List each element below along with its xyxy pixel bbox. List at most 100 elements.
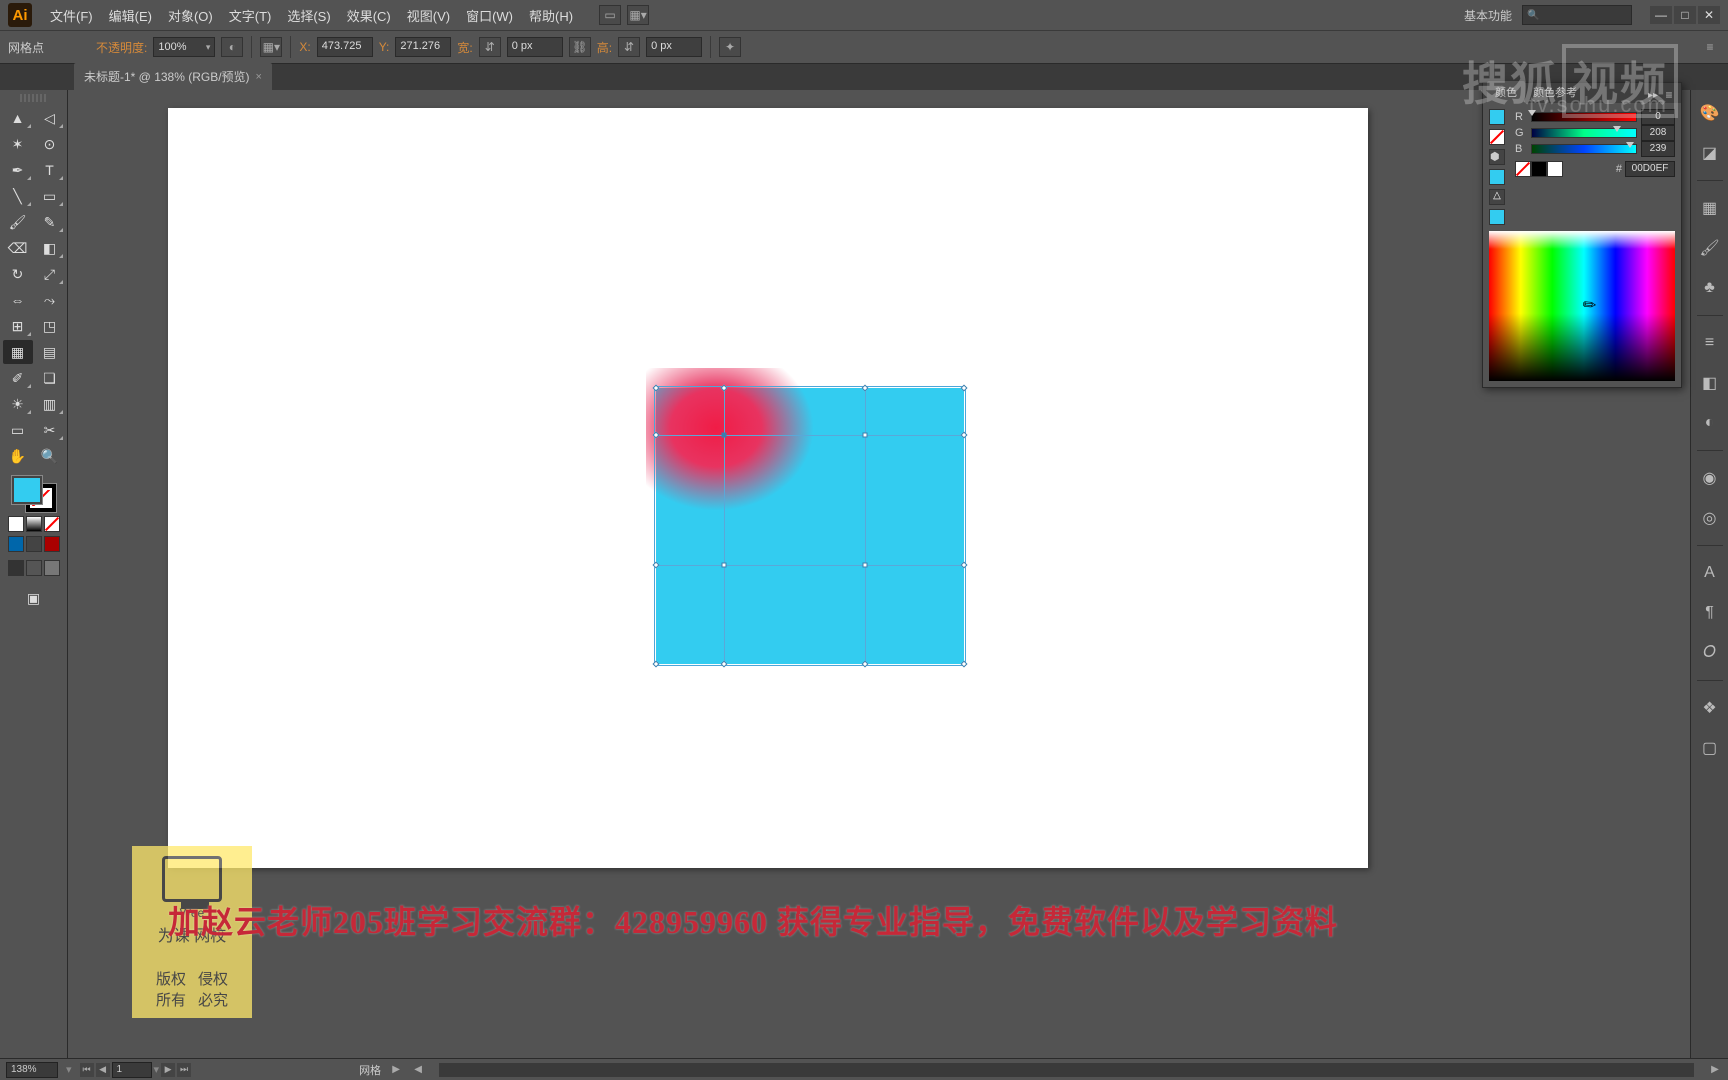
symbols-panel-icon[interactable]: ♣ <box>1697 275 1723 301</box>
g-slider[interactable] <box>1531 128 1637 138</box>
mesh-tool[interactable] <box>3 340 33 364</box>
b-input[interactable]: 239 <box>1641 141 1675 157</box>
color-panel-icon[interactable]: 🎨 <box>1697 100 1723 126</box>
scale-tool[interactable] <box>35 262 65 286</box>
none-swatch[interactable] <box>1515 161 1531 177</box>
tool-panel-grip[interactable] <box>20 94 47 102</box>
perspective-grid-tool[interactable] <box>35 314 65 338</box>
free-transform-tool[interactable] <box>35 288 65 312</box>
type-tool[interactable] <box>35 158 65 182</box>
shape-builder-tool[interactable] <box>3 314 33 338</box>
blob-brush-tool[interactable] <box>3 236 33 260</box>
brushes-panel-icon[interactable]: 🖌 <box>1697 235 1723 261</box>
doc-layout-icon[interactable]: ▭ <box>599 5 621 25</box>
menu-file[interactable]: 文件(F) <box>42 2 101 29</box>
screen-mode-full-icon[interactable] <box>26 560 42 576</box>
menu-view[interactable]: 视图(V) <box>399 2 458 29</box>
hand-tool[interactable] <box>3 444 33 468</box>
rectangle-tool[interactable] <box>35 184 65 208</box>
menu-help[interactable]: 帮助(H) <box>521 2 581 29</box>
graphic-styles-panel-icon[interactable]: ◎ <box>1697 505 1723 531</box>
stroke-panel-icon[interactable]: ≡ <box>1697 330 1723 356</box>
color-spectrum[interactable] <box>1489 231 1675 381</box>
magic-wand-tool[interactable] <box>3 132 33 156</box>
recolor-icon[interactable]: ◐ <box>221 37 243 57</box>
web-safe-swatch[interactable] <box>1489 169 1505 185</box>
transparency-panel-icon[interactable]: ◐ <box>1697 410 1723 436</box>
link-wh-icon[interactable]: ⇵ <box>479 37 501 57</box>
rotate-tool[interactable] <box>3 262 33 286</box>
document-tab-close[interactable]: × <box>256 71 262 83</box>
screen-mode-presentation-icon[interactable] <box>44 560 60 576</box>
mesh-point[interactable] <box>721 562 726 567</box>
status-menu-icon[interactable]: ▶ <box>389 1063 403 1077</box>
paintbrush-tool[interactable] <box>3 210 33 234</box>
window-minimize-button[interactable]: — <box>1650 6 1672 24</box>
draw-normal-icon[interactable] <box>8 536 24 552</box>
blend-tool[interactable] <box>35 366 65 390</box>
scroll-left-button[interactable]: ◀ <box>411 1063 425 1077</box>
workspace-switcher[interactable]: 基本功能 <box>1464 7 1512 24</box>
direct-selection-tool[interactable] <box>35 106 65 130</box>
symbol-sprayer-tool[interactable] <box>3 392 33 416</box>
h-input[interactable]: 0 px <box>646 37 702 57</box>
b-slider[interactable] <box>1531 144 1637 154</box>
pencil-tool[interactable] <box>35 210 65 234</box>
mesh-object[interactable] <box>656 388 964 664</box>
x-input[interactable]: 473.725 <box>317 37 373 57</box>
color-panel[interactable]: 颜色 颜色参考 ▸▸ ≡ ⬢ △ R 0 G <box>1482 82 1682 388</box>
mesh-point[interactable] <box>863 562 868 567</box>
next-artboard-button[interactable]: ▶ <box>161 1063 175 1077</box>
zoom-level-input[interactable]: 138% <box>6 1062 58 1078</box>
fill-stroke-swatch[interactable] <box>2 476 65 610</box>
last-color-swatch[interactable] <box>1489 209 1505 225</box>
artboards-panel-icon[interactable]: ▢ <box>1697 735 1723 761</box>
width-tool[interactable] <box>3 288 33 312</box>
color-mode-none[interactable] <box>44 516 60 532</box>
fill-swatch[interactable] <box>12 476 42 504</box>
gradient-tool[interactable] <box>35 340 65 364</box>
hex-input[interactable]: 00D0EF <box>1625 161 1675 177</box>
color-mode-solid[interactable] <box>8 516 24 532</box>
menu-object[interactable]: 对象(O) <box>160 2 221 29</box>
selection-tool[interactable] <box>3 106 33 130</box>
menu-effect[interactable]: 效果(C) <box>339 2 399 29</box>
paragraph-panel-icon[interactable]: ¶ <box>1697 600 1723 626</box>
slice-tool[interactable] <box>35 418 65 442</box>
artboard-tool[interactable] <box>3 418 33 442</box>
eraser-tool[interactable] <box>35 236 65 260</box>
g-input[interactable]: 208 <box>1641 125 1675 141</box>
layers-panel-icon[interactable]: ❖ <box>1697 695 1723 721</box>
appearance-panel-icon[interactable]: ◉ <box>1697 465 1723 491</box>
mesh-point[interactable] <box>863 432 868 437</box>
control-bar-menu-icon[interactable]: ≡ <box>1700 37 1720 57</box>
horizontal-scrollbar[interactable] <box>439 1063 1694 1077</box>
y-input[interactable]: 271.276 <box>395 37 451 57</box>
artboard-number-input[interactable]: 1 <box>112 1062 152 1078</box>
menu-text[interactable]: 文字(T) <box>221 2 280 29</box>
document-tab[interactable]: 未标题-1* @ 138% (RGB/预览) × <box>74 63 272 90</box>
opentype-panel-icon[interactable]: 𝑂 <box>1697 640 1723 666</box>
menu-window[interactable]: 窗口(W) <box>458 2 521 29</box>
canvas[interactable]: Wee 为课 网校 版权所有 侵权必究 加赵云老师205班学习交流群：42895… <box>68 90 1690 1058</box>
color-mode-gradient[interactable] <box>26 516 42 532</box>
scroll-right-button[interactable]: ▶ <box>1708 1063 1722 1077</box>
gradient-panel-icon[interactable]: ◧ <box>1697 370 1723 396</box>
link-hw-icon[interactable]: ⇵ <box>618 37 640 57</box>
screen-mode-cycle[interactable] <box>19 586 49 610</box>
mesh-point-selected[interactable] <box>721 432 726 437</box>
swatches-panel-icon[interactable]: ▦ <box>1697 195 1723 221</box>
black-swatch[interactable] <box>1531 161 1547 177</box>
color-guide-panel-icon[interactable]: ◪ <box>1697 140 1723 166</box>
line-tool[interactable] <box>3 184 33 208</box>
first-artboard-button[interactable]: ⏮ <box>80 1063 94 1077</box>
constrain-icon[interactable]: ⛓ <box>569 37 591 57</box>
last-artboard-button[interactable]: ⏭ <box>177 1063 191 1077</box>
arrange-docs-icon[interactable]: ▦▾ <box>627 5 649 25</box>
help-search-input[interactable] <box>1522 5 1632 25</box>
panel-stroke-swatch[interactable] <box>1489 129 1505 145</box>
isolate-icon[interactable]: ✦ <box>719 37 741 57</box>
lasso-tool[interactable] <box>35 132 65 156</box>
draw-behind-icon[interactable] <box>26 536 42 552</box>
pen-tool[interactable] <box>3 158 33 182</box>
